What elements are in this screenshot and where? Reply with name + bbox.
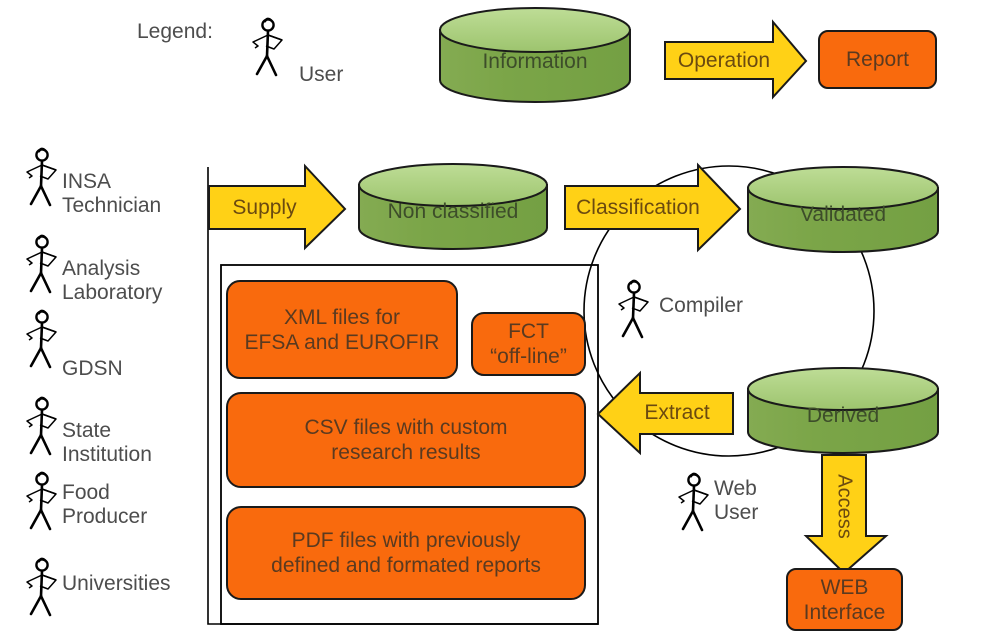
actor-icon-analysis-laboratory — [25, 234, 58, 294]
actor-icon-state-institution — [25, 396, 58, 456]
supply-arrow — [208, 163, 347, 251]
legend-report-box — [818, 30, 937, 89]
output-box-xml-files — [226, 280, 458, 379]
actor-icon-food-producer — [25, 471, 58, 531]
actor-label-insa-technician: INSA Technician — [62, 170, 162, 217]
web-user-label: Web User — [714, 477, 759, 524]
access-label: Access — [833, 474, 856, 539]
diagram-svg — [25, 7, 939, 631]
compiler-label: Compiler — [659, 294, 744, 317]
derived-cylinder — [747, 367, 939, 454]
diagram-canvas: Legend: User Information Operation Repor… — [0, 0, 991, 644]
actor-icon-gdsn — [25, 309, 58, 369]
legend-user-icon — [251, 17, 284, 77]
actor-label-analysis-laboratory: Analysis Laboratory — [62, 257, 163, 304]
actor-label-food-producer: Food Producer — [62, 481, 148, 528]
actor-icon-universities — [25, 557, 58, 617]
actor-label-universities: Universities — [62, 572, 171, 595]
output-box-pdf-files — [226, 506, 586, 600]
legend-title: Legend: — [137, 20, 213, 43]
actor-label-state-institution: State Institution — [62, 419, 152, 466]
validated-cylinder — [747, 166, 939, 253]
classification-arrow — [564, 162, 742, 253]
compiler-icon — [617, 279, 650, 339]
actor-icon-insa-technician — [25, 147, 58, 207]
output-box-csv-files — [226, 392, 586, 488]
output-box-fct-offline — [471, 312, 586, 376]
web-interface-box — [786, 568, 903, 631]
actor-label-gdsn: GDSN — [62, 357, 123, 380]
legend-user-label: User — [299, 63, 344, 86]
web-user-icon — [677, 472, 710, 532]
legend-operation-arrow — [664, 19, 808, 100]
non-classified-cylinder — [358, 163, 548, 250]
legend-information-cylinder — [439, 7, 631, 103]
